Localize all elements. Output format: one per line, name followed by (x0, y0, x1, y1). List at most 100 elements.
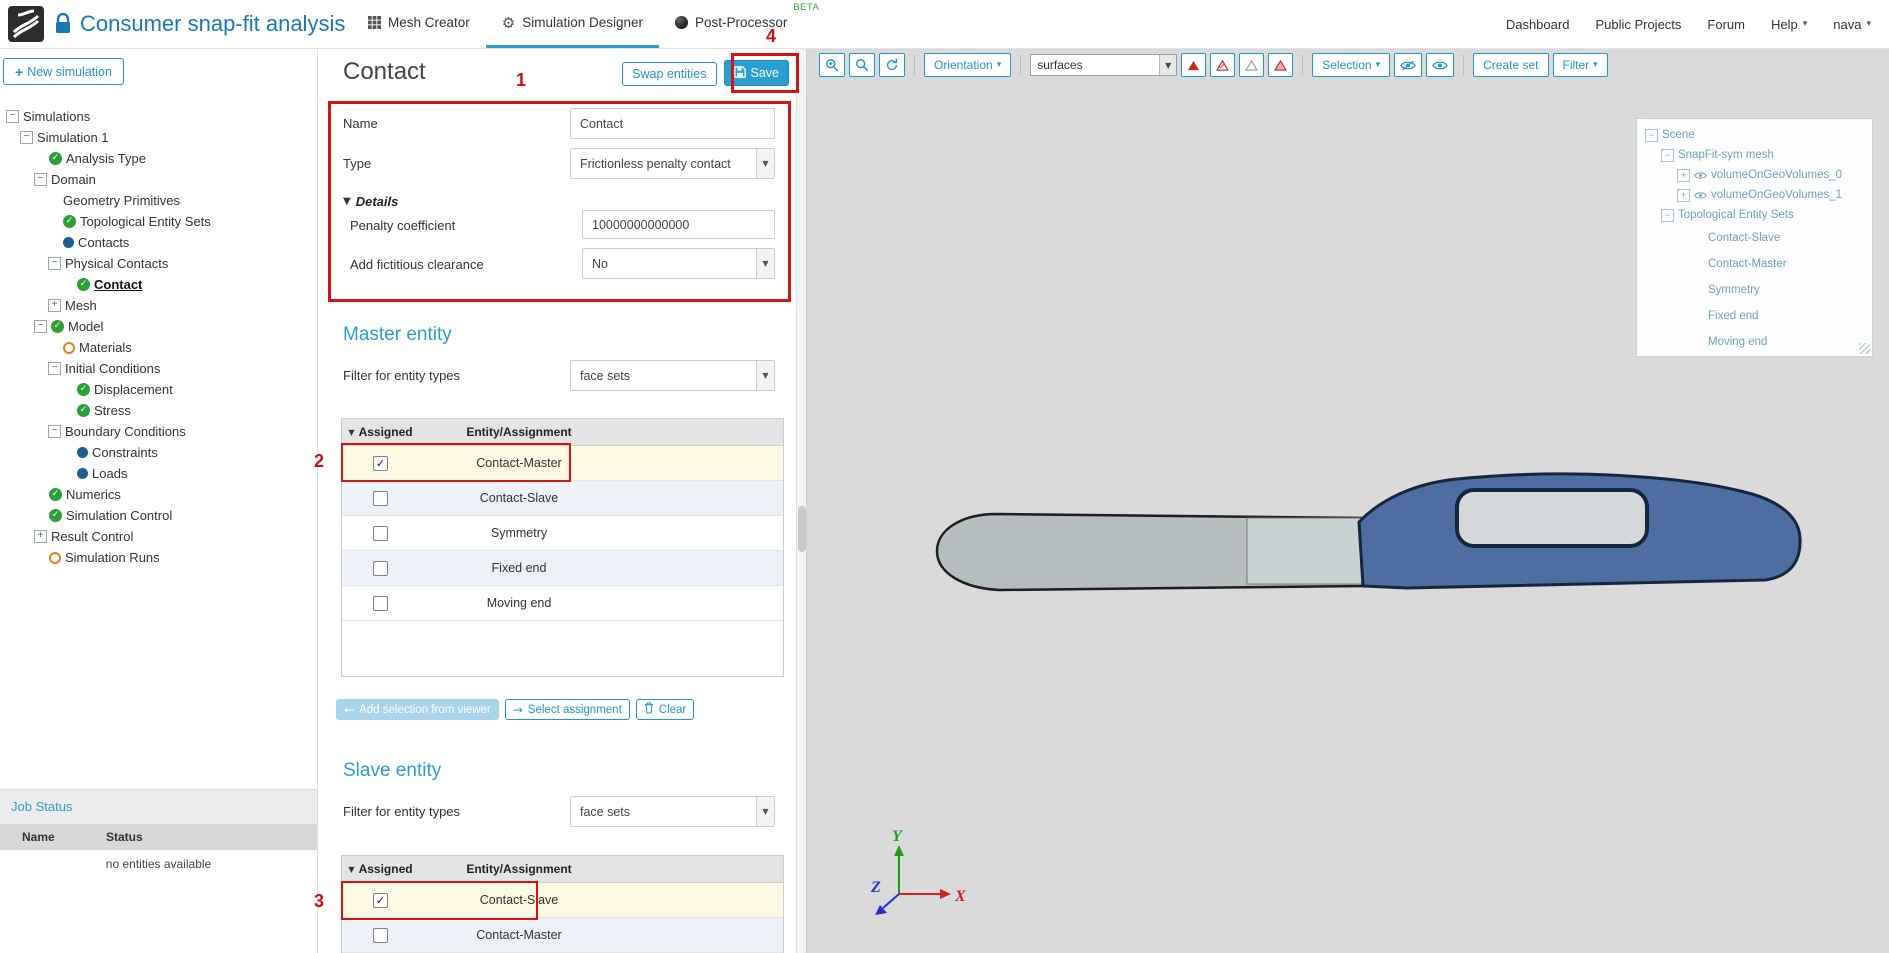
scene-item-volumeongeovolumes-1[interactable]: + volumeOnGeoVolumes_1 (1641, 185, 1868, 205)
tree-item-initial-conditions[interactable]: − Initial Conditions (0, 358, 317, 379)
scene-item-contact-master[interactable]: Contact-Master (1641, 251, 1868, 277)
entity-row-symmetry[interactable]: Symmetry (342, 516, 783, 551)
collapse-icon[interactable]: − (34, 173, 47, 186)
tree-item-model[interactable]: − ✓ Model (0, 316, 317, 337)
name-input[interactable] (570, 108, 775, 139)
tree-item-contacts[interactable]: Contacts (0, 232, 317, 253)
assigned-checkbox[interactable] (373, 927, 388, 943)
scene-item-scene[interactable]: − Scene (1641, 125, 1868, 145)
scene-item-volumeongeovolumes-0[interactable]: + volumeOnGeoVolumes_0 (1641, 165, 1868, 185)
collapse-icon[interactable]: − (20, 131, 33, 144)
assigned-checkbox[interactable] (373, 490, 388, 506)
scene-item-moving-end[interactable]: Moving end (1641, 329, 1868, 355)
assigned-header[interactable]: ▼ Assigned (342, 862, 419, 876)
assigned-checkbox[interactable] (373, 560, 388, 576)
create-set-button[interactable]: Create set (1473, 53, 1549, 77)
expand-icon[interactable]: + (1677, 168, 1690, 182)
orientation-dropdown[interactable]: Orientation ▾ (924, 53, 1012, 77)
assigned-checkbox[interactable] (373, 525, 388, 541)
tree-item-numerics[interactable]: ✓ Numerics (0, 484, 317, 505)
expand-icon[interactable]: + (34, 530, 47, 543)
collapse-icon[interactable]: − (34, 320, 47, 333)
new-simulation-button[interactable]: + New simulation (3, 58, 124, 85)
entity-header[interactable]: Entity/Assignment (419, 425, 619, 439)
show-all-button[interactable] (1426, 53, 1455, 77)
penalty-coefficient-input[interactable] (582, 210, 775, 239)
entity-row-contact-master[interactable]: Contact-Master (342, 918, 783, 953)
tree-item-domain[interactable]: − Domain (0, 169, 317, 190)
tree-item-materials[interactable]: Materials (0, 337, 317, 358)
collapse-icon[interactable]: − (1645, 128, 1658, 142)
filter-dropdown[interactable]: Filter ▾ (1552, 53, 1608, 77)
scene-item-contact-slave[interactable]: Contact-Slave (1641, 225, 1868, 251)
tree-item-boundary-conditions[interactable]: − Boundary Conditions (0, 421, 317, 442)
tree-item-physical-contacts[interactable]: − Physical Contacts (0, 253, 317, 274)
swap-entities-button[interactable]: Swap entities (622, 62, 717, 86)
expand-icon[interactable]: + (48, 299, 61, 312)
selection-dropdown[interactable]: Selection ▾ (1312, 53, 1391, 77)
collapse-icon[interactable]: − (6, 110, 19, 123)
tree-item-constraints[interactable]: Constraints (0, 442, 317, 463)
entity-row-fixed-end[interactable]: Fixed end (342, 551, 783, 586)
show-solid-faces-button[interactable] (1181, 53, 1207, 77)
add-selection-from-viewer-button[interactable]: ← Add selection from viewer (336, 699, 499, 720)
scrollbar-thumb[interactable] (798, 506, 806, 552)
tree-item-mesh[interactable]: + Mesh (0, 295, 317, 316)
tree-item-contact[interactable]: ✓ Contact (0, 274, 317, 295)
expand-icon[interactable]: + (1677, 188, 1690, 202)
tree-item-simulation-1[interactable]: − Simulation 1 (0, 127, 317, 148)
tree-item-topological-entity-sets[interactable]: ✓ Topological Entity Sets (0, 211, 317, 232)
clear-button[interactable]: Clear (635, 699, 695, 720)
collapse-icon[interactable]: − (48, 257, 61, 270)
scene-item-symmetry[interactable]: Symmetry (1641, 277, 1868, 303)
tab-simulation-designer[interactable]: ⚙ Simulation Designer (485, 0, 660, 48)
tree-item-simulation-control[interactable]: ✓ Simulation Control (0, 505, 317, 526)
collapse-icon[interactable]: − (1661, 208, 1674, 222)
resize-grip-icon[interactable] (1859, 343, 1870, 354)
entity-row-contact-slave[interactable]: ✓ Contact-Slave (342, 883, 783, 918)
tree-item-simulations[interactable]: − Simulations (0, 106, 317, 127)
refresh-view-button[interactable] (879, 53, 905, 77)
link-public-projects[interactable]: Public Projects (1595, 17, 1681, 32)
select-assignment-button[interactable]: → Select assignment (504, 699, 630, 720)
zoom-in-button[interactable] (819, 53, 845, 77)
scene-item-topological-entity-sets[interactable]: − Topological Entity Sets (1641, 205, 1868, 225)
link-forum[interactable]: Forum (1707, 17, 1745, 32)
show-wire-faces-button[interactable] (1210, 53, 1236, 77)
master-filter-select[interactable]: face sets ▼ (570, 360, 775, 391)
tab-post-processor[interactable]: Post-Processor BETA (659, 0, 819, 48)
tab-mesh-creator[interactable]: Mesh Creator (352, 0, 486, 48)
link-dashboard[interactable]: Dashboard (1506, 17, 1570, 32)
zoom-fit-button[interactable] (849, 53, 875, 77)
tree-item-analysis-type[interactable]: ✓ Analysis Type (0, 148, 317, 169)
tree-item-loads[interactable]: Loads (0, 463, 317, 484)
job-status-title[interactable]: Job Status (0, 789, 317, 824)
collapse-icon[interactable]: − (48, 362, 61, 375)
scene-item-snapfit-sym-mesh[interactable]: − SnapFit-sym mesh (1641, 145, 1868, 165)
eye-icon[interactable] (1694, 171, 1707, 180)
save-button[interactable]: Save (723, 60, 789, 86)
collapse-icon[interactable]: − (1661, 148, 1674, 162)
entity-row-moving-end[interactable]: Moving end (342, 586, 783, 621)
scene-item-fixed-end[interactable]: Fixed end (1641, 303, 1868, 329)
help-menu[interactable]: Help ▾ (1771, 17, 1807, 32)
app-logo[interactable] (8, 6, 44, 42)
tree-item-geometry-primitives[interactable]: Geometry Primitives (0, 190, 317, 211)
slave-filter-select[interactable]: face sets ▼ (570, 796, 775, 827)
tree-item-result-control[interactable]: + Result Control (0, 526, 317, 547)
type-select[interactable]: Frictionless penalty contact ▼ (570, 148, 775, 179)
user-menu[interactable]: nava ▾ (1833, 17, 1871, 32)
hide-faces-button[interactable] (1239, 53, 1265, 77)
render-mode-select[interactable]: surfaces ▼ (1030, 54, 1178, 76)
assigned-header[interactable]: ▼ Assigned (342, 425, 419, 439)
assigned-checkbox[interactable]: ✓ (373, 892, 388, 908)
hide-selected-button[interactable] (1394, 53, 1423, 77)
tree-item-simulation-runs[interactable]: Simulation Runs (0, 547, 317, 568)
assigned-checkbox[interactable]: ✓ (373, 455, 388, 471)
show-shaded-faces-button[interactable] (1268, 53, 1294, 77)
fictitious-clearance-select[interactable]: No ▼ (582, 248, 775, 279)
viewer-canvas[interactable]: Orientation ▾ surfaces ▼ Selection ▾ Cre… (806, 48, 1889, 953)
entity-header[interactable]: Entity/Assignment (419, 862, 619, 876)
details-section-toggle[interactable]: ▼ Details (343, 194, 398, 209)
tree-item-stress[interactable]: ✓ Stress (0, 400, 317, 421)
